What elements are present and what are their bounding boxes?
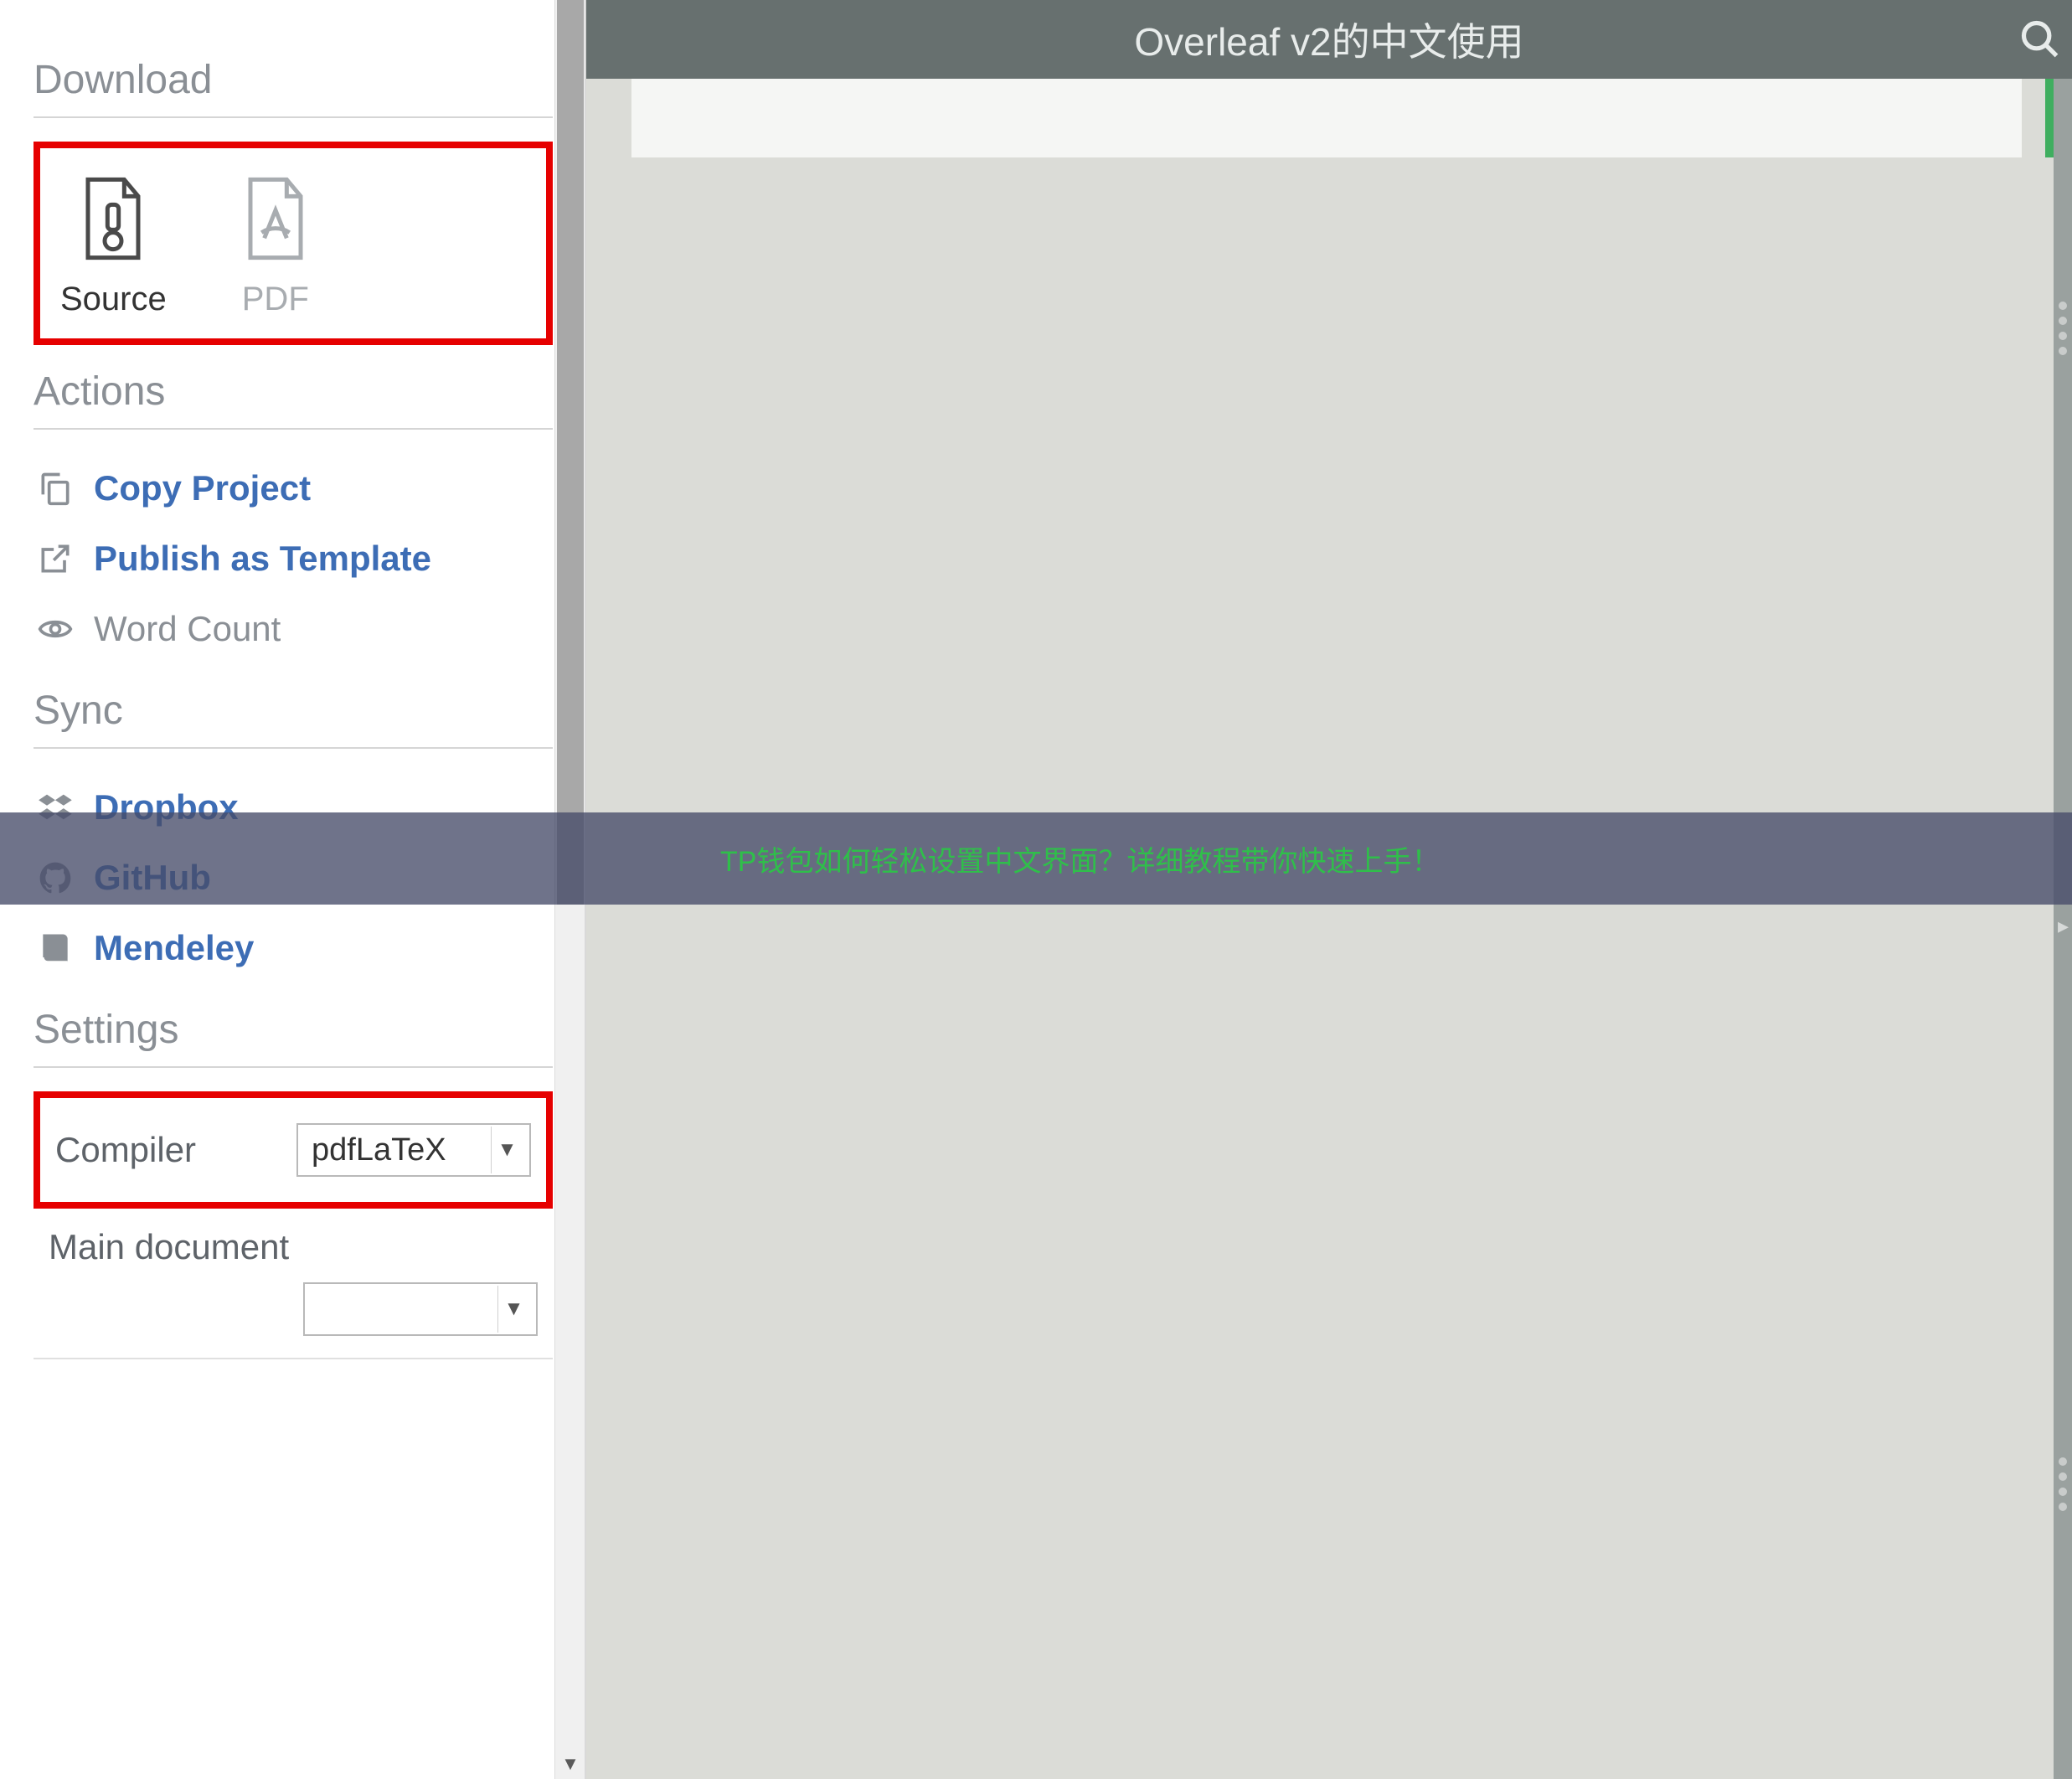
- overlay-banner-text: TP钱包如何轻松设置中文界面？详细教程带你快速上手！: [720, 838, 1440, 879]
- compiler-label: Compiler: [55, 1130, 196, 1170]
- download-pdf-label: PDF: [242, 281, 309, 318]
- copy-project-action[interactable]: Copy Project: [34, 453, 553, 523]
- sync-heading: Sync: [34, 688, 553, 734]
- overlay-banner[interactable]: TP钱包如何轻松设置中文界面？详细教程带你快速上手！: [0, 812, 2072, 905]
- external-link-icon: [37, 540, 74, 577]
- publish-template-label: Publish as Template: [94, 539, 431, 579]
- download-highlight-box: Source PDF: [34, 142, 553, 345]
- search-icon[interactable]: [2018, 18, 2062, 61]
- minimap-indicator: [2045, 79, 2054, 157]
- divider: [34, 747, 553, 749]
- compiler-highlight-box: Compiler pdfLaTeX ▼: [34, 1091, 553, 1209]
- eye-icon: [37, 611, 74, 647]
- settings-heading: Settings: [34, 1007, 553, 1053]
- divider: [34, 1358, 553, 1359]
- download-source-label: Source: [60, 281, 167, 318]
- copy-project-label: Copy Project: [94, 468, 311, 508]
- download-source-button[interactable]: Source: [60, 177, 167, 318]
- pdf-file-icon: [242, 177, 309, 260]
- main-document-select[interactable]: ▼: [303, 1282, 538, 1336]
- download-pdf-button[interactable]: PDF: [242, 177, 309, 318]
- preview-topbar: Overleaf v2的中文使用: [586, 0, 2072, 79]
- zip-file-icon: [80, 177, 147, 260]
- app-root: Download Source: [0, 0, 2072, 1779]
- download-heading: Download: [34, 57, 553, 103]
- chevron-down-icon: ▼: [491, 1127, 523, 1173]
- document-page-edge: [631, 79, 2022, 157]
- word-count-label: Word Count: [94, 609, 281, 649]
- divider: [34, 428, 553, 430]
- expand-panel-icon[interactable]: ▸: [2058, 913, 2069, 939]
- copy-icon: [37, 470, 74, 507]
- document-title: Overleaf v2的中文使用: [1134, 12, 1523, 67]
- resize-handle-dots[interactable]: [2055, 302, 2070, 355]
- publish-template-action[interactable]: Publish as Template: [34, 523, 553, 594]
- compiler-select[interactable]: pdfLaTeX ▼: [296, 1123, 531, 1177]
- word-count-action[interactable]: Word Count: [34, 594, 553, 664]
- sync-mendeley-label: Mendeley: [94, 928, 254, 968]
- scroll-down-icon[interactable]: ▼: [555, 1749, 585, 1779]
- sync-mendeley-action[interactable]: Mendeley: [34, 913, 553, 983]
- book-icon: [37, 930, 74, 967]
- sidebar-inner: Download Source: [34, 57, 553, 1359]
- actions-list: Copy Project Publish as Template: [34, 453, 553, 664]
- divider: [34, 1066, 553, 1068]
- main-document-label: Main document: [34, 1227, 553, 1267]
- main-document-row: Main document ▼: [34, 1227, 553, 1336]
- resize-handle-dots[interactable]: [2055, 1457, 2070, 1511]
- compiler-select-value: pdfLaTeX: [312, 1132, 446, 1168]
- actions-heading: Actions: [34, 369, 553, 415]
- divider: [34, 116, 553, 118]
- scrollbar-thumb[interactable]: [557, 0, 584, 905]
- chevron-down-icon: ▼: [497, 1286, 529, 1333]
